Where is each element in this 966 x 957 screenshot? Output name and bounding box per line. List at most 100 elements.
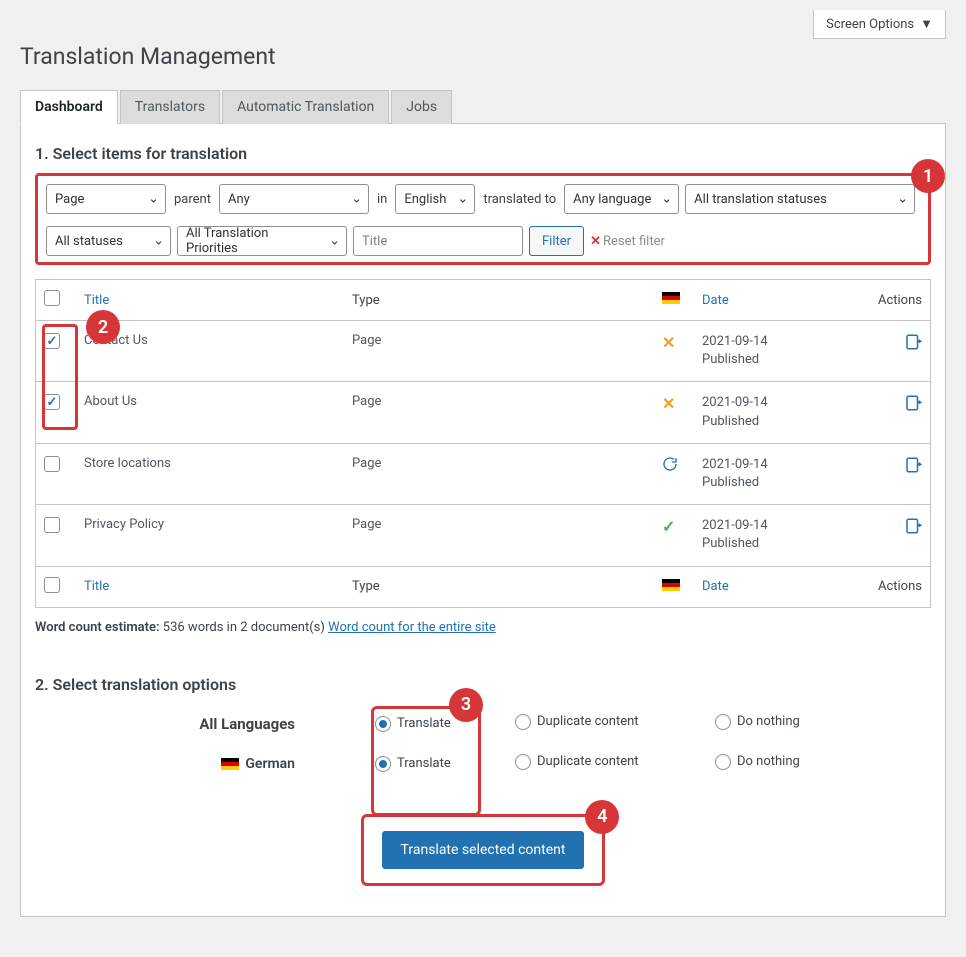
parent-label: parent	[172, 192, 213, 207]
translate-action-icon[interactable]	[904, 456, 922, 474]
chevron-down-icon: ⌄	[153, 234, 164, 249]
word-count-link[interactable]: Word count for the entire site	[328, 620, 496, 635]
row-type: Page	[352, 333, 662, 348]
column-title[interactable]: Title	[84, 293, 352, 308]
callout-badge-4: 4	[585, 800, 619, 834]
row-checkbox[interactable]	[44, 517, 60, 533]
row-type: Page	[352, 517, 662, 532]
status-in-progress-icon	[662, 456, 678, 472]
screen-options-button[interactable]: Screen Options ▼	[813, 10, 946, 39]
post-status-select[interactable]: All statuses ⌄	[46, 226, 171, 256]
callout-badge-1: 1	[911, 159, 945, 193]
radio-icon	[715, 714, 731, 730]
row-state: Published	[702, 475, 759, 490]
translated-to-label: translated to	[481, 192, 558, 207]
radio-all-translate[interactable]: Translate	[375, 716, 451, 732]
chevron-down-icon: ⌄	[148, 192, 159, 207]
row-state: Published	[702, 414, 759, 429]
chevron-down-icon: ⌄	[661, 192, 672, 207]
column-date-footer[interactable]: Date	[702, 579, 852, 594]
row-date: 2021-09-14	[702, 334, 768, 349]
callout-badge-2: 2	[86, 310, 120, 344]
title-filter-input[interactable]: Title	[353, 226, 523, 256]
german-flag-icon	[221, 758, 239, 770]
german-label: German	[245, 756, 295, 772]
table-row: Contact Us Page ✕ 2021-09-14 Published	[36, 320, 930, 381]
row-type: Page	[352, 456, 662, 471]
options-row-german: German Translate Duplicate content	[35, 744, 931, 784]
chevron-down-icon: ⌄	[457, 192, 468, 207]
select-all-checkbox-footer[interactable]	[44, 577, 60, 593]
screen-options-label: Screen Options	[826, 17, 914, 32]
dashboard-panel: 1. Select items for translation 1 Page ⌄…	[20, 123, 946, 917]
row-state: Published	[702, 352, 759, 367]
radio-german-duplicate[interactable]: Duplicate content	[515, 754, 639, 770]
translate-action-icon[interactable]	[904, 394, 922, 412]
row-title: About Us	[84, 394, 352, 409]
items-table: 2 Title Type Date Actions Contact Us Pag…	[35, 279, 931, 608]
options-row-all-languages: All Languages Translate Duplicate conten…	[35, 704, 931, 744]
chevron-down-icon: ⌄	[329, 234, 340, 249]
tab-dashboard[interactable]: Dashboard	[20, 90, 118, 124]
chevron-down-icon: ⌄	[897, 192, 908, 207]
reset-filter-link[interactable]: ✕ Reset filter	[590, 234, 665, 249]
row-date: 2021-09-14	[702, 395, 768, 410]
select-all-checkbox[interactable]	[44, 290, 60, 306]
word-count-text: Word count estimate: 536 words in 2 docu…	[35, 620, 931, 635]
tab-automatic-translation[interactable]: Automatic Translation	[222, 90, 389, 124]
status-translated-icon: ✓	[662, 517, 675, 536]
chevron-down-icon: ⌄	[351, 192, 362, 207]
radio-icon	[375, 716, 391, 732]
page-title: Translation Management	[20, 43, 946, 70]
column-actions: Actions	[852, 293, 922, 308]
table-row: Privacy Policy Page ✓ 2021-09-14 Publish…	[36, 504, 930, 565]
radio-german-translate[interactable]: Translate	[375, 756, 451, 772]
translate-action-icon[interactable]	[904, 517, 922, 535]
close-icon: ✕	[590, 234, 601, 249]
callout-badge-3: 3	[449, 688, 483, 722]
table-footer: Title Type Date Actions	[36, 566, 930, 607]
radio-icon	[375, 756, 391, 772]
column-date[interactable]: Date	[702, 293, 852, 308]
translate-selected-button[interactable]: Translate selected content	[382, 831, 585, 869]
german-flag-icon	[662, 292, 680, 304]
row-title: Contact Us	[84, 333, 352, 348]
status-not-translated-icon: ✕	[662, 394, 675, 413]
column-title-footer[interactable]: Title	[84, 579, 352, 594]
table-row: About Us Page ✕ 2021-09-14 Published	[36, 381, 930, 442]
target-language-select[interactable]: Any language ⌄	[564, 184, 679, 214]
row-date: 2021-09-14	[702, 518, 768, 533]
radio-all-duplicate[interactable]: Duplicate content	[515, 714, 639, 730]
radio-icon	[515, 754, 531, 770]
translation-status-select[interactable]: All translation statuses ⌄	[685, 184, 915, 214]
tabs: Dashboard Translators Automatic Translat…	[20, 90, 946, 124]
section-2-title: 2. Select translation options	[35, 675, 931, 694]
row-title: Privacy Policy	[84, 517, 352, 532]
row-checkbox[interactable]	[44, 456, 60, 472]
table-header: Title Type Date Actions	[36, 280, 930, 320]
row-checkbox[interactable]	[44, 394, 60, 410]
table-row: Store locations Page 2021-09-14 Publishe…	[36, 443, 930, 504]
translate-action-icon[interactable]	[904, 333, 922, 351]
radio-all-do-nothing[interactable]: Do nothing	[715, 714, 800, 730]
radio-icon	[515, 714, 531, 730]
row-date: 2021-09-14	[702, 457, 768, 472]
language-select[interactable]: English ⌄	[395, 184, 475, 214]
priority-select[interactable]: All Translation Priorities ⌄	[177, 226, 347, 256]
parent-select[interactable]: Any ⌄	[219, 184, 369, 214]
radio-icon	[715, 754, 731, 770]
section-1-title: 1. Select items for translation	[35, 144, 931, 163]
tab-translators[interactable]: Translators	[120, 90, 220, 124]
column-actions-footer: Actions	[852, 579, 922, 594]
row-state: Published	[702, 536, 759, 551]
chevron-down-icon: ▼	[920, 16, 933, 32]
all-languages-label: All Languages	[35, 715, 355, 733]
tab-jobs[interactable]: Jobs	[391, 90, 452, 124]
radio-german-do-nothing[interactable]: Do nothing	[715, 754, 800, 770]
filter-button[interactable]: Filter	[529, 226, 584, 256]
column-type-footer: Type	[352, 579, 662, 594]
row-type: Page	[352, 394, 662, 409]
filters-box: 1 Page ⌄ parent Any ⌄ in English ⌄ trans…	[35, 173, 931, 265]
row-checkbox[interactable]	[44, 333, 60, 349]
post-type-select[interactable]: Page ⌄	[46, 184, 166, 214]
